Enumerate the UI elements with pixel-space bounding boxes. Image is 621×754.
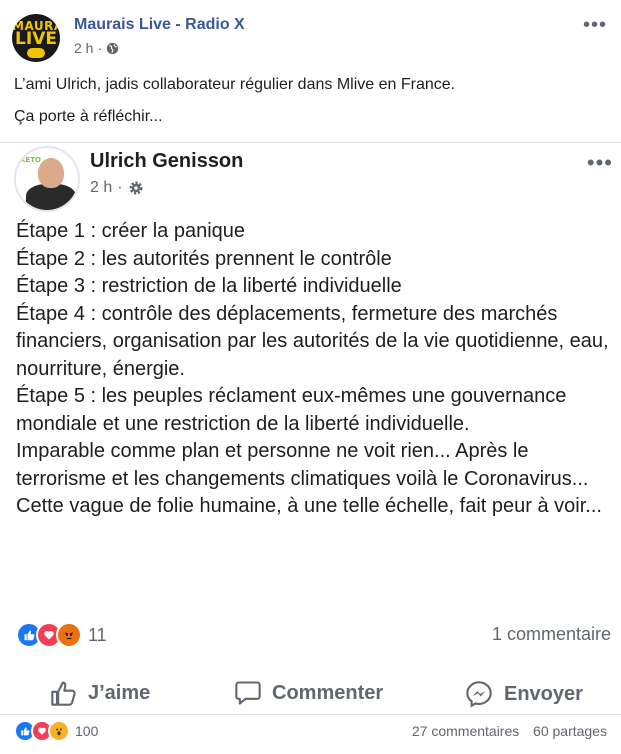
avatar-logo-live: LIVE xyxy=(15,29,57,49)
shared-timestamp[interactable]: 2 h xyxy=(90,179,112,197)
post-share-count[interactable]: 60 partages xyxy=(533,723,607,739)
post-comment-count[interactable]: 27 commentaires xyxy=(412,723,519,739)
shared-post-meta: 2 h · xyxy=(90,179,144,197)
post-reaction-count[interactable]: 100 xyxy=(75,723,98,739)
shared-options-icon[interactable]: ••• xyxy=(587,152,613,174)
shared-author-avatar[interactable]: KETO xyxy=(14,146,80,212)
avatar-figure-body xyxy=(26,184,76,210)
post-text-line-1: L’ami Ulrich, jadis collaborateur réguli… xyxy=(14,76,456,93)
post-meta: 2 h · xyxy=(74,40,119,56)
comment-button[interactable]: Commenter xyxy=(234,680,383,706)
page-avatar[interactable]: MAURAIS LIVE xyxy=(12,14,60,62)
post-timestamp[interactable]: 2 h xyxy=(74,40,93,56)
thumbs-up-icon xyxy=(51,681,76,706)
comment-label: Commenter xyxy=(272,681,384,704)
shared-post-text: Étape 1 : créer la panique Étape 2 : les… xyxy=(16,220,609,517)
like-button[interactable]: J’aime xyxy=(50,680,150,706)
gear-icon xyxy=(129,181,143,195)
shared-reaction-count[interactable]: 11 xyxy=(88,625,107,646)
avatar-logo-badge xyxy=(27,48,45,58)
comment-bubble-icon xyxy=(235,681,261,705)
post-reactions[interactable]: 100 xyxy=(14,720,98,742)
send-label: Envoyer xyxy=(504,682,583,705)
globe-icon xyxy=(106,42,119,54)
like-label: J’aime xyxy=(88,681,151,704)
post-stats: 27 commentaires 60 partages xyxy=(412,723,607,739)
page-name-link[interactable]: Maurais Live - Radio X xyxy=(74,16,245,34)
send-button[interactable]: Envoyer xyxy=(464,680,583,708)
post-options-icon[interactable]: ••• xyxy=(583,15,607,35)
dot-separator: · xyxy=(97,40,103,56)
shared-comment-count[interactable]: 1 commentaire xyxy=(492,624,611,645)
dot-separator: · xyxy=(117,179,123,196)
shared-reactions[interactable]: 11 xyxy=(16,622,107,648)
angry-reaction-icon xyxy=(56,622,82,648)
post-text-line-2: Ça porte à réfléchir... xyxy=(14,108,163,125)
messenger-icon xyxy=(466,681,492,708)
avatar-keto-badge: KETO xyxy=(20,156,41,164)
shared-author-name[interactable]: Ulrich Genisson xyxy=(90,150,243,173)
wow-reaction-icon xyxy=(48,720,70,742)
avatar-figure-head xyxy=(38,158,64,188)
